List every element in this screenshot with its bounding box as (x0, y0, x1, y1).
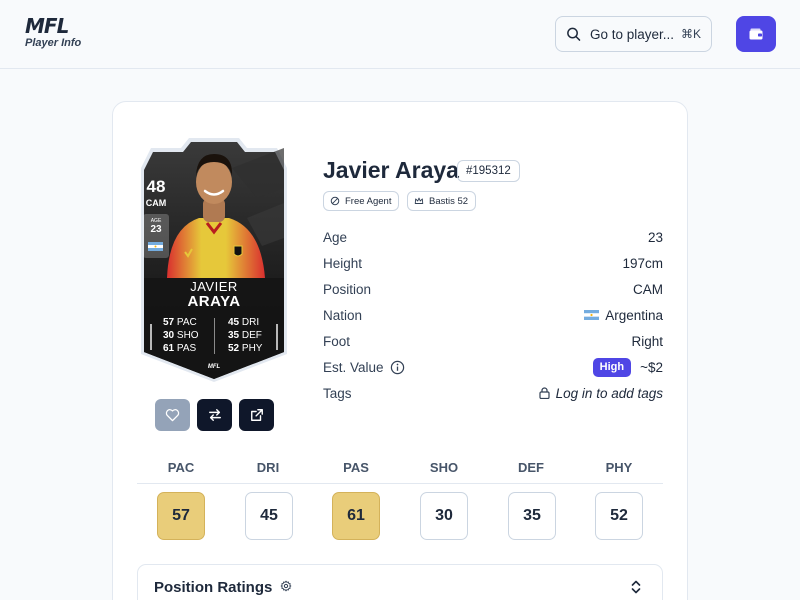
row-label: Est. Value (323, 360, 405, 375)
expand-chevron-icon[interactable] (630, 580, 642, 594)
lock-icon (539, 387, 550, 399)
info-row-position: Position CAM (323, 279, 663, 299)
mfl-logo[interactable]: MFL Player Info (25, 16, 85, 52)
wallet-button[interactable] (736, 16, 776, 52)
stat-value-sho: 30 (420, 492, 468, 540)
card-brand: MFL (207, 364, 221, 370)
player-name: Javier Araya (323, 157, 459, 183)
card-overall: 48 (146, 177, 166, 196)
row-value: Argentina (584, 308, 663, 323)
row-label: Foot (323, 333, 351, 349)
row-value: 23 (647, 229, 663, 245)
card-stat-phy: 52 PHY (228, 343, 263, 354)
card-stat-pas: 61 PAS (163, 343, 197, 354)
top-header: MFL Player Info Go to player... ⌘K (0, 0, 800, 69)
row-value: CAM (633, 281, 663, 297)
card-stat-dri: 45 DRI (228, 317, 260, 328)
compare-button[interactable] (197, 399, 232, 431)
info-row-nation: Nation Argentina (323, 305, 663, 325)
est-value: ~$2 (640, 359, 663, 375)
wallet-icon (749, 28, 763, 40)
value-level-badge: High (592, 357, 632, 377)
search-icon (567, 27, 581, 41)
est-value-label: Est. Value (323, 359, 384, 375)
owner-chip[interactable]: Bastis 52 (407, 191, 477, 211)
stat-value-pac: 57 (157, 492, 205, 540)
crown-icon (414, 197, 424, 204)
free-agent-icon (330, 196, 340, 206)
external-link-icon (250, 409, 263, 421)
nation-name: Argentina (605, 307, 663, 323)
info-row-age: Age 23 (323, 227, 663, 247)
row-label: Nation (323, 307, 363, 323)
stat-header-sho: SHO (429, 460, 459, 475)
card-age: 23 (150, 224, 162, 235)
argentina-flag-icon (584, 310, 600, 320)
card-stats-divider (214, 318, 215, 354)
row-value: High ~$2 (592, 357, 663, 377)
swap-icon (208, 409, 221, 421)
info-row-height: Height 197cm (323, 253, 663, 273)
stat-header-pac: PAC (167, 460, 195, 475)
stat-value-def: 35 (508, 492, 556, 540)
player-id-badge[interactable]: #195312 (457, 160, 520, 182)
search-shortcut: ⌘K (680, 27, 701, 41)
row-value: Right (631, 333, 663, 349)
card-stat-sho: 30 SHO (163, 330, 199, 341)
info-row-foot: Foot Right (323, 331, 663, 351)
row-value: 197cm (622, 255, 663, 271)
stat-header-dri: DRI (256, 460, 280, 475)
card-last-name: ARAYA (187, 293, 241, 310)
argentina-flag-icon (148, 242, 163, 251)
stat-header-phy: PHY (605, 460, 633, 475)
search-placeholder: Go to player... (589, 26, 674, 42)
logo-mark: MFL (25, 14, 69, 38)
logo-subtitle: Player Info (25, 37, 82, 49)
stat-header-pas: PAS (343, 460, 369, 475)
card-first-name: JAVIER (190, 279, 238, 294)
row-label: Height (323, 255, 363, 271)
owner-label: Bastis 52 (429, 195, 469, 207)
player-search-button[interactable]: Go to player... ⌘K (555, 16, 712, 52)
free-agent-chip[interactable]: Free Agent (323, 191, 400, 211)
player-card: 48 CAM AGE 23 JAVIER ARAYA 57 PAC 30 SHO… (137, 128, 291, 384)
row-label: Age (323, 229, 348, 245)
info-row-est-value: Est. Value High ~$2 (323, 357, 663, 377)
gear-icon[interactable] (280, 580, 292, 592)
open-external-button[interactable] (239, 399, 274, 431)
info-row-tags: Tags Log in to add tags (323, 383, 663, 403)
card-stat-pac: 57 PAC (163, 317, 197, 328)
login-to-add-tags-link[interactable]: Log in to add tags (539, 386, 663, 401)
login-tags-text: Log in to add tags (555, 385, 663, 401)
heart-icon (165, 409, 180, 422)
free-agent-label: Free Agent (345, 195, 392, 207)
card-position: CAM (145, 198, 167, 208)
stat-value-phy: 52 (595, 492, 643, 540)
row-label: Tags (323, 385, 352, 401)
row-label: Position (323, 281, 372, 297)
stats-divider (137, 483, 663, 484)
info-icon[interactable] (390, 360, 405, 375)
stat-value-pas: 61 (332, 492, 380, 540)
stat-header-def: DEF (518, 460, 544, 475)
card-stat-def: 35 DEF (228, 330, 262, 341)
favorite-button[interactable] (155, 399, 190, 431)
stat-value-dri: 45 (245, 492, 293, 540)
position-ratings-title: Position Ratings (154, 579, 273, 596)
